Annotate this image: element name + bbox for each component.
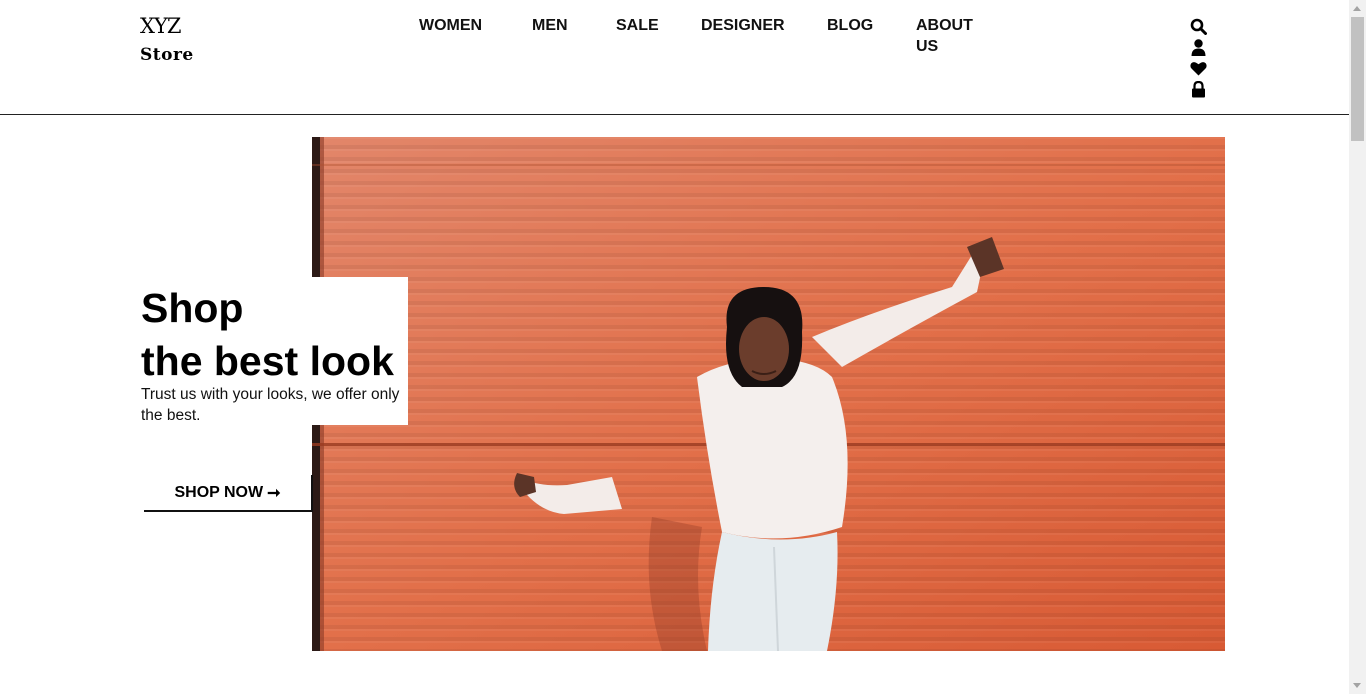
header-icons xyxy=(1188,16,1208,100)
header-divider xyxy=(0,114,1349,115)
page: XYZ Store WOMEN MEN SALE DESIGNER BLOG A… xyxy=(0,0,1349,694)
vertical-scrollbar[interactable] xyxy=(1349,0,1366,694)
logo-line1: XYZ xyxy=(140,14,181,38)
shop-now-button[interactable]: SHOP NOW ➞ xyxy=(144,475,313,512)
user-icon[interactable] xyxy=(1188,37,1208,58)
scroll-down-icon[interactable] xyxy=(1353,683,1361,688)
search-icon[interactable] xyxy=(1188,16,1208,37)
nav-women[interactable]: WOMEN xyxy=(419,15,482,36)
nav-sale[interactable]: SALE xyxy=(616,15,659,36)
nav-designer[interactable]: DESIGNER xyxy=(701,15,785,36)
nav-men[interactable]: MEN xyxy=(532,15,568,36)
hero-title: Shop the best look xyxy=(141,282,394,388)
nav-about-us[interactable]: ABOUT US xyxy=(916,15,976,57)
hero-subtitle: Trust us with your looks, we offer only … xyxy=(141,386,400,424)
nav-blog[interactable]: BLOG xyxy=(827,15,873,36)
store-logo[interactable]: XYZ Store xyxy=(140,12,194,70)
hero-image xyxy=(312,137,1225,651)
hero-title-line2: the best look xyxy=(141,338,394,384)
hero-title-line1: Shop xyxy=(141,285,244,331)
scrollbar-thumb[interactable] xyxy=(1351,17,1364,141)
shop-now-label: SHOP NOW xyxy=(174,483,264,501)
heart-icon[interactable] xyxy=(1188,58,1208,79)
scroll-up-icon[interactable] xyxy=(1353,6,1361,11)
arrow-right-icon: ➞ xyxy=(267,484,281,502)
logo-line2: Store xyxy=(140,45,194,65)
bag-lock-icon[interactable] xyxy=(1188,79,1208,100)
